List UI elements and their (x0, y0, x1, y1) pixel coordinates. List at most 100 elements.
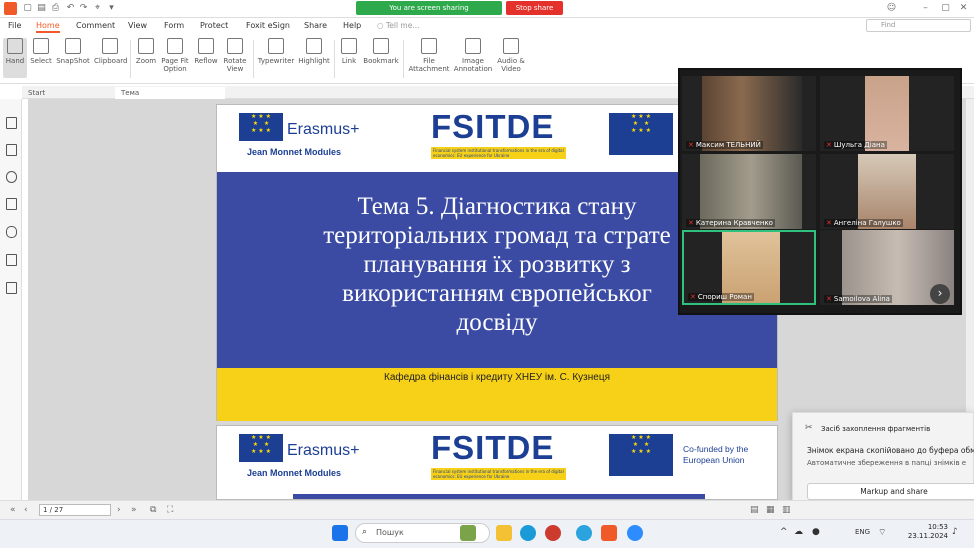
menu-form[interactable]: Form (164, 21, 184, 30)
fit-page-icon[interactable]: ⛶ (167, 504, 173, 516)
hand-tool-button[interactable]: Hand (3, 38, 27, 78)
security-panel-icon[interactable] (6, 254, 17, 266)
telegram-icon[interactable] (576, 525, 592, 541)
bookmark-button[interactable]: Bookmark (363, 38, 399, 65)
facing-view-icon[interactable]: ▥ (782, 504, 791, 516)
microphone-icon[interactable]: ● (812, 527, 820, 537)
cloud-icon[interactable]: ☁ (794, 527, 803, 537)
first-page-icon[interactable]: « (10, 504, 16, 516)
menu-foxit-esign[interactable]: Foxit eSign (246, 21, 290, 30)
zoom-icon (138, 38, 154, 54)
file-attachment-button[interactable]: File Attachment (407, 38, 451, 73)
network-icon[interactable]: ⌔ (878, 527, 886, 538)
audio-video-button[interactable]: Audio & Video (496, 38, 526, 73)
typewriter-label: Typewriter (257, 57, 295, 65)
copy-page-icon[interactable]: ⧉ (150, 504, 156, 516)
menu-file[interactable]: File (8, 21, 21, 30)
typewriter-button[interactable]: Typewriter (257, 38, 295, 65)
opera-browser-icon[interactable] (545, 525, 561, 541)
menu-help[interactable]: Help (343, 21, 361, 30)
language-indicator[interactable]: ENG (855, 528, 870, 536)
participant-tile-active[interactable]: ✕ Спориш Роман (682, 230, 816, 305)
select-button[interactable]: Select (30, 38, 52, 65)
menu-view[interactable]: View (128, 21, 147, 30)
minimize-icon[interactable]: – (920, 3, 931, 14)
page-fit-button[interactable]: Page Fit Option (160, 38, 190, 73)
windows-start-icon[interactable] (332, 525, 348, 541)
clipboard-button[interactable]: Clipboard (94, 38, 127, 65)
last-page-icon[interactable]: » (131, 504, 137, 516)
comments-panel-icon[interactable] (6, 171, 17, 183)
menu-share[interactable]: Share (304, 21, 327, 30)
previous-page-icon[interactable]: ‹ (24, 504, 28, 516)
zoom-button[interactable]: Zoom (134, 38, 158, 65)
file-explorer-icon[interactable] (496, 525, 512, 541)
maximize-icon[interactable]: ▢ (940, 3, 951, 14)
close-icon[interactable]: ✕ (958, 3, 969, 14)
foxit-taskbar-icon[interactable] (601, 525, 617, 541)
bookmark-panel-icon[interactable] (6, 117, 17, 129)
eu-flag-icon: ★ ★ ★ ★ ★ ★ ★ ★ (239, 113, 283, 141)
menu-home[interactable]: Home (36, 21, 60, 33)
participant-tile[interactable]: ✕ Шульга Діана (820, 76, 954, 151)
erasmus-logo-text: Erasmus+ (287, 121, 360, 138)
snip-notification[interactable]: ✂ Засіб захоплення фрагментів Знімок екр… (792, 412, 974, 502)
link-button[interactable]: Link (338, 38, 360, 65)
tab-start[interactable]: Start (22, 87, 114, 99)
participant-tile[interactable]: ✕ Катерина Кравченко (682, 154, 816, 229)
taskbar-clock[interactable]: 10:53 23.11.2024 (900, 523, 948, 541)
attachments-panel-icon[interactable] (6, 226, 17, 238)
pages-panel-icon[interactable] (6, 144, 17, 156)
undo-icon[interactable]: ↶ (65, 3, 76, 14)
page-number-input[interactable]: 1 / 27 (39, 504, 111, 516)
image-annotation-button[interactable]: Image Annotation (453, 38, 493, 73)
highlight-button[interactable]: Highlight (298, 38, 330, 65)
tray-overflow-icon[interactable]: ^ (780, 527, 788, 537)
participant-tile[interactable]: ✕ Максим ТЕЛЬНИЙ (682, 76, 816, 151)
landscape-widget-icon[interactable] (460, 525, 476, 541)
layers-panel-icon[interactable] (6, 198, 17, 210)
signature-panel-icon[interactable] (6, 282, 17, 294)
reflow-button[interactable]: Reflow (194, 38, 218, 65)
notification-title: Знімок екрана скопійовано до буфера обм (807, 446, 974, 455)
next-page-arrow-icon[interactable]: › (930, 284, 950, 304)
edge-browser-icon[interactable] (520, 525, 536, 541)
find-input[interactable]: Find (866, 19, 971, 32)
notification-bell-icon[interactable]: ♪ (952, 527, 958, 537)
save-icon[interactable]: ▤ (36, 3, 47, 14)
link-icon (341, 38, 357, 54)
open-icon[interactable]: ▢ (22, 3, 33, 14)
print-icon[interactable]: ⎙ (50, 3, 61, 14)
foxit-app-icon[interactable] (4, 2, 17, 15)
stop-share-button[interactable]: Stop share (506, 1, 563, 15)
select-icon (33, 38, 49, 54)
menu-comment[interactable]: Comment (76, 21, 115, 30)
menu-protect[interactable]: Protect (200, 21, 228, 30)
tell-me-label: Tell me... (385, 21, 420, 30)
participant-name: ✕ Максим ТЕЛЬНИЙ (686, 141, 763, 149)
audio-video-label: Audio & Video (497, 57, 525, 73)
participant-name: ✕ Катерина Кравченко (686, 219, 775, 227)
next-page-icon[interactable]: › (117, 504, 121, 516)
fsitde-subtitle: Financial system institutional transform… (431, 147, 566, 159)
rotate-view-button[interactable]: Rotate View (221, 38, 249, 73)
participant-name-label: Катерина Кравченко (695, 219, 773, 227)
continuous-view-icon[interactable]: ▦ (766, 504, 775, 516)
zoom-label: Zoom (135, 57, 157, 65)
participant-video (700, 154, 802, 229)
markup-and-share-button[interactable]: Markup and share (807, 483, 974, 500)
select-label: Select (30, 57, 52, 65)
participant-tile[interactable]: ✕ Ангеліна Галушко (820, 154, 954, 229)
account-icon[interactable]: ☺ (886, 3, 897, 14)
mic-muted-icon: ✕ (688, 219, 694, 227)
tab-tema[interactable]: Тема (115, 87, 225, 99)
link-label: Link (341, 57, 357, 65)
select-tool-icon[interactable]: ⌖ (92, 3, 103, 14)
zoom-taskbar-icon[interactable] (627, 525, 643, 541)
snapshot-button[interactable]: SnapShot (56, 38, 90, 65)
quick-access-icon[interactable]: ▾ (106, 3, 117, 14)
eu-flag-large-icon: ★ ★ ★ ★ ★ ★ ★ ★ (609, 113, 673, 155)
single-page-view-icon[interactable]: ▤ (750, 504, 759, 516)
tell-me-search[interactable]: ○ Tell me... (377, 19, 457, 32)
redo-icon[interactable]: ↷ (78, 3, 89, 14)
